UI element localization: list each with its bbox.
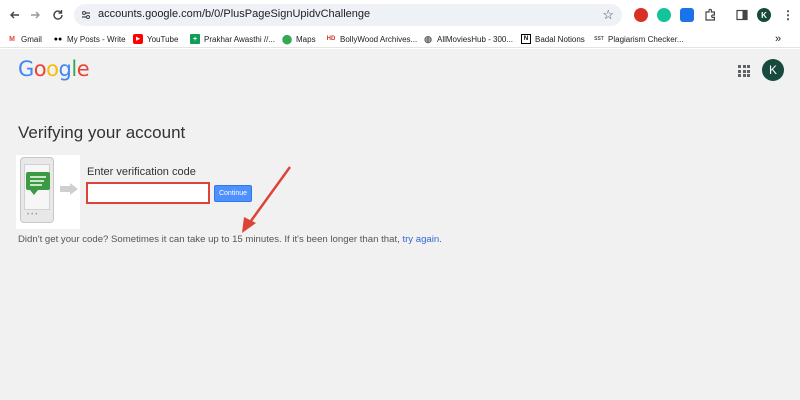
bookmark-plagiarism[interactable]: SST Plagiarism Checker... bbox=[594, 32, 684, 46]
bookmark-label: Prakhar Awasthi //... bbox=[204, 34, 275, 44]
page-title: Verifying your account bbox=[18, 123, 186, 142]
address-bar[interactable]: accounts.google.com/b/0/PlusPageSignUpid… bbox=[74, 4, 622, 26]
hd-icon: HD bbox=[326, 36, 336, 42]
help-message-end: . bbox=[439, 234, 442, 245]
logo-letter: g bbox=[58, 57, 72, 81]
bookmark-label: Badal Notions bbox=[535, 34, 585, 44]
bookmarks-overflow-button[interactable]: » bbox=[775, 32, 781, 46]
logo-letter: G bbox=[18, 57, 34, 81]
bookmark-gmail[interactable]: M Gmail bbox=[7, 32, 42, 46]
extensions-puzzle-icon[interactable] bbox=[703, 8, 717, 22]
side-panel-icon[interactable] bbox=[735, 8, 749, 22]
gmail-icon: M bbox=[9, 35, 15, 43]
help-text: Didn't get your code? Sometimes it can t… bbox=[18, 234, 442, 245]
forward-button[interactable] bbox=[26, 6, 44, 24]
bookmark-youtube[interactable]: ▶ YouTube bbox=[133, 32, 178, 46]
help-message: Didn't get your code? Sometimes it can t… bbox=[18, 234, 403, 245]
sms-illustration: ••• bbox=[16, 155, 80, 229]
verification-code-input[interactable] bbox=[86, 182, 210, 204]
back-arrow-icon bbox=[10, 11, 19, 19]
bookmark-maps[interactable]: ⬤ Maps bbox=[282, 32, 316, 46]
logo-letter: o bbox=[33, 57, 47, 81]
bookmark-label: AllMoviesHub - 300... bbox=[437, 34, 514, 44]
back-button[interactable] bbox=[6, 6, 24, 24]
notion-icon: N bbox=[521, 34, 531, 44]
bookmark-bollywood[interactable]: HD BollyWood Archives... bbox=[326, 32, 418, 46]
globe-icon: ◍ bbox=[424, 33, 432, 44]
browser-toolbar: accounts.google.com/b/0/PlusPageSignUpid… bbox=[0, 0, 800, 30]
extension-red-icon[interactable] bbox=[634, 8, 648, 22]
maps-icon: ⬤ bbox=[281, 33, 293, 44]
gray-arrow-icon bbox=[60, 183, 78, 195]
bookmark-label: BollyWood Archives... bbox=[340, 34, 418, 44]
bookmark-label: Maps bbox=[296, 34, 316, 44]
reload-button[interactable] bbox=[49, 6, 67, 24]
bookmarks-bar: M Gmail ●● My Posts - Write ▶ YouTube + … bbox=[0, 30, 800, 48]
logo-letter: o bbox=[46, 57, 59, 81]
forward-arrow-icon bbox=[31, 11, 40, 19]
phone-icon: ••• bbox=[20, 157, 54, 223]
bookmark-label: Plagiarism Checker... bbox=[608, 34, 684, 44]
shield-extension-icon[interactable] bbox=[680, 8, 694, 22]
grammarly-icon[interactable] bbox=[657, 8, 671, 22]
message-bubble-icon bbox=[26, 172, 50, 195]
account-avatar[interactable]: K bbox=[762, 59, 784, 81]
youtube-icon: ▶ bbox=[133, 34, 143, 44]
google-apps-icon[interactable] bbox=[738, 65, 750, 77]
site-info-icon[interactable] bbox=[80, 9, 92, 21]
url-text: accounts.google.com/b/0/PlusPageSignUpid… bbox=[98, 8, 371, 20]
sheets-icon: + bbox=[190, 34, 200, 44]
logo-letter: e bbox=[76, 57, 90, 81]
page-content: Google K Verifying your account ••• Ente… bbox=[0, 49, 800, 400]
bookmark-label: Gmail bbox=[21, 34, 42, 44]
try-again-link[interactable]: try again bbox=[402, 234, 439, 245]
bookmark-label: My Posts - Write bbox=[67, 34, 126, 44]
sst-icon: SST bbox=[594, 36, 604, 42]
bookmark-badal[interactable]: N Badal Notions bbox=[521, 32, 585, 46]
bookmark-my-posts[interactable]: ●● My Posts - Write bbox=[53, 32, 126, 46]
bookmark-label: YouTube bbox=[147, 34, 179, 44]
browser-profile-avatar[interactable]: K bbox=[757, 8, 771, 22]
verification-code-label: Enter verification code bbox=[87, 166, 196, 178]
bookmark-allmovies[interactable]: ◍ AllMoviesHub - 300... bbox=[423, 32, 513, 46]
bookmark-star-icon[interactable]: ☆ bbox=[602, 7, 614, 23]
medium-icon: ●● bbox=[53, 35, 63, 43]
bookmark-prakhar[interactable]: + Prakhar Awasthi //... bbox=[190, 32, 275, 46]
continue-button[interactable]: Continue bbox=[214, 185, 252, 202]
reload-icon bbox=[53, 10, 63, 20]
google-logo[interactable]: Google bbox=[18, 57, 90, 81]
browser-menu-icon[interactable]: ⋮ bbox=[782, 8, 794, 22]
